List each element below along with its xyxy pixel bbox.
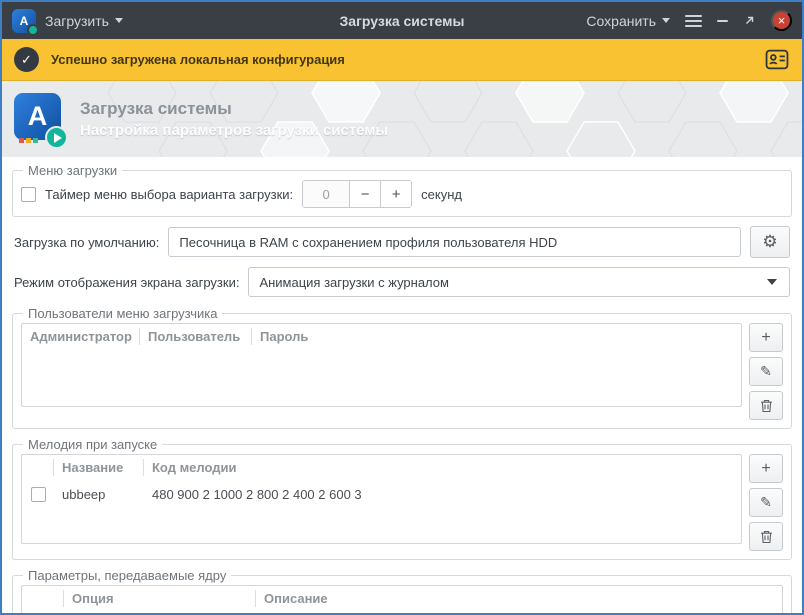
timer-checkbox[interactable] xyxy=(21,187,36,202)
app-logo-pixels xyxy=(19,138,38,143)
melody-row[interactable]: ubbeep 480 900 2 1000 2 800 2 400 2 600 … xyxy=(22,480,741,508)
main-content: Меню загрузки Таймер меню выбора вариант… xyxy=(2,157,802,613)
trash-icon xyxy=(760,399,773,413)
close-button[interactable]: × xyxy=(771,10,792,31)
melody-row-checkbox[interactable] xyxy=(31,487,46,502)
restore-icon xyxy=(743,14,756,27)
melody-delete-button[interactable] xyxy=(749,522,783,551)
users-edit-button[interactable]: ✎ xyxy=(749,357,783,386)
boot-users-legend: Пользователи меню загрузчика xyxy=(23,306,222,321)
restore-button[interactable] xyxy=(743,14,756,27)
page-subtitle: Настройка параметров загрузки системы xyxy=(80,122,388,139)
col-administrator[interactable]: Администратор xyxy=(22,328,140,345)
default-boot-settings-button[interactable]: ⚙ xyxy=(750,226,790,258)
play-badge-icon xyxy=(45,126,68,149)
kernel-params-legend: Параметры, передаваемые ядру xyxy=(23,568,231,583)
app-logo: A xyxy=(14,93,66,145)
startup-melody-legend: Мелодия при запуске xyxy=(23,437,162,452)
timer-spinbox: 0 − + xyxy=(302,180,412,208)
default-boot-label: Загрузка по умолчанию: xyxy=(14,235,159,250)
app-icon-letter: A xyxy=(20,14,29,28)
load-menu-button[interactable]: Загрузить xyxy=(45,13,123,29)
melody-table-body[interactable] xyxy=(22,508,741,543)
chevron-down-icon xyxy=(767,279,777,285)
col-option[interactable]: Опция xyxy=(64,590,256,607)
users-table-body[interactable] xyxy=(22,349,741,406)
col-password[interactable]: Пароль xyxy=(252,328,741,345)
kernel-params-group: Параметры, передаваемые ядру Опция Описа… xyxy=(12,568,792,613)
users-table-header: Администратор Пользователь Пароль xyxy=(22,324,741,349)
save-report-button[interactable] xyxy=(764,48,790,71)
col-melody-code[interactable]: Код мелодии xyxy=(144,459,741,476)
melody-add-button[interactable]: + xyxy=(749,454,783,483)
users-delete-button[interactable] xyxy=(749,391,783,420)
melody-edit-button[interactable]: ✎ xyxy=(749,488,783,517)
timer-unit-label: секунд xyxy=(421,187,462,202)
col-kernel-checkbox[interactable] xyxy=(22,590,64,607)
plus-icon: + xyxy=(761,329,770,347)
load-menu-label: Загрузить xyxy=(45,13,109,29)
save-menu-label: Сохранить xyxy=(586,13,656,29)
minimize-icon xyxy=(717,20,728,22)
hamburger-icon xyxy=(685,15,702,17)
chevron-down-icon xyxy=(115,18,123,23)
pencil-icon: ✎ xyxy=(760,494,772,511)
col-user[interactable]: Пользователь xyxy=(140,328,252,345)
minimize-button[interactable] xyxy=(717,20,728,22)
trash-icon xyxy=(760,530,773,544)
main-menu-button[interactable] xyxy=(685,15,702,27)
gear-icon: ⚙ xyxy=(762,232,777,252)
display-mode-value: Анимация загрузки с журналом xyxy=(259,275,449,290)
titlebar[interactable]: A Загрузить Загрузка системы Сохранить xyxy=(2,2,802,39)
default-boot-input[interactable]: Песочница в RAM с сохранением профиля по… xyxy=(168,227,741,257)
boot-menu-legend: Меню загрузки xyxy=(23,163,122,178)
melody-table: Название Код мелодии ubbeep 480 900 2 10… xyxy=(21,454,742,544)
save-report-icon xyxy=(764,48,790,71)
col-melody-checkbox[interactable] xyxy=(22,459,54,476)
users-add-button[interactable]: + xyxy=(749,323,783,352)
kernel-table: Опция Описание noplymouth Отключить Plym… xyxy=(21,585,783,613)
timer-increment-button[interactable]: + xyxy=(380,181,411,207)
melody-name-cell: ubbeep xyxy=(54,487,144,502)
close-icon: × xyxy=(778,14,786,27)
save-menu-button[interactable]: Сохранить xyxy=(586,13,670,29)
col-description[interactable]: Описание xyxy=(256,590,782,607)
app-icon: A xyxy=(12,9,36,33)
melody-table-header: Название Код мелодии xyxy=(22,455,741,480)
boot-menu-group: Меню загрузки Таймер меню выбора вариант… xyxy=(12,163,792,217)
startup-melody-group: Мелодия при запуске Название Код мелодии… xyxy=(12,437,792,560)
page-title: Загрузка системы xyxy=(80,99,388,119)
notification-bar: ✓ Успешно загружена локальная конфигурац… xyxy=(2,39,802,81)
plus-icon: + xyxy=(761,460,770,478)
notification-message: Успешно загружена локальная конфигурация xyxy=(51,52,345,67)
melody-code-cell: 480 900 2 1000 2 800 2 400 2 600 3 xyxy=(144,487,741,502)
default-boot-value: Песочница в RAM с сохранением профиля по… xyxy=(179,235,557,250)
app-logo-letter: A xyxy=(28,101,48,132)
app-icon-play-badge xyxy=(27,24,39,36)
display-mode-label: Режим отображения экрана загрузки: xyxy=(14,275,239,290)
timer-value-field[interactable]: 0 xyxy=(303,181,349,207)
success-icon: ✓ xyxy=(14,47,39,72)
boot-users-group: Пользователи меню загрузчика Администрат… xyxy=(12,306,792,429)
app-window: A Загрузить Загрузка системы Сохранить xyxy=(0,0,804,615)
kernel-table-header: Опция Описание xyxy=(22,586,782,611)
users-table: Администратор Пользователь Пароль xyxy=(21,323,742,407)
timer-decrement-button[interactable]: − xyxy=(349,181,380,207)
timer-label: Таймер меню выбора варианта загрузки: xyxy=(45,187,293,202)
pencil-icon: ✎ xyxy=(760,363,772,380)
page-header: A Загрузка системы Настройка параметров … xyxy=(2,81,802,157)
chevron-down-icon xyxy=(662,18,670,23)
kernel-row[interactable]: noplymouth Отключить Plymouth xyxy=(22,611,782,613)
col-melody-name[interactable]: Название xyxy=(54,459,144,476)
display-mode-select[interactable]: Анимация загрузки с журналом xyxy=(248,267,790,297)
